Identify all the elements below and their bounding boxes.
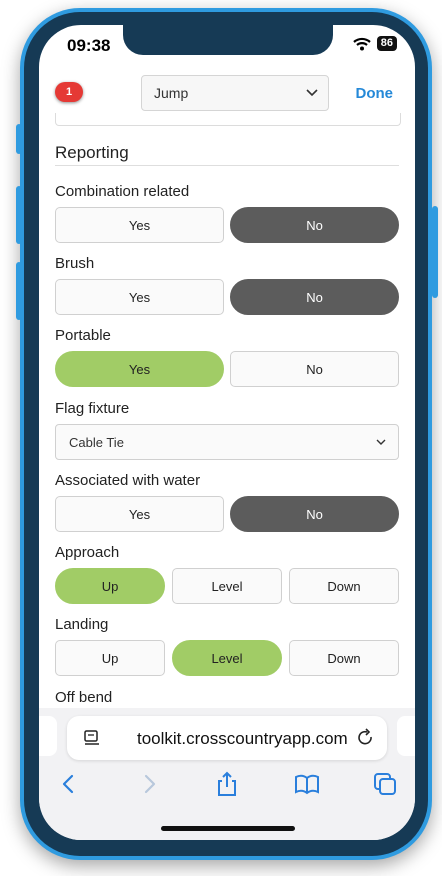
approach-up-button[interactable]: Up [55, 568, 165, 604]
section-divider [55, 165, 399, 166]
combination-related-no-button[interactable]: No [230, 207, 399, 243]
status-icons: 86 [353, 36, 397, 51]
portable-no-button[interactable]: No [230, 351, 399, 387]
side-button-volume-up [16, 186, 22, 244]
feature-type-select[interactable]: Jump [141, 75, 329, 111]
associated-with-water-label: Associated with water [55, 472, 201, 489]
landing-label: Landing [55, 616, 109, 633]
associated-with-water-yes-button[interactable]: Yes [55, 496, 224, 532]
back-icon[interactable] [55, 770, 83, 798]
associated-with-water-no-button[interactable]: No [230, 496, 399, 532]
chevron-down-icon [376, 439, 386, 445]
reload-icon[interactable] [357, 728, 375, 748]
combination-related-label: Combination related [55, 183, 190, 200]
notification-badge[interactable]: 1 [55, 82, 83, 102]
browser-toolbar: toolkit.crosscountryapp.com [39, 708, 415, 840]
landing-down-button[interactable]: Down [289, 640, 399, 676]
brush-label: Brush [55, 255, 95, 272]
side-button-power [432, 206, 438, 298]
feature-type-value: Jump [154, 85, 189, 101]
bookmarks-icon[interactable] [293, 770, 321, 798]
side-button-volume-down [16, 262, 22, 320]
page-menu-icon[interactable] [83, 729, 101, 747]
wifi-icon [353, 37, 371, 50]
notch [123, 25, 333, 55]
share-icon[interactable] [213, 770, 241, 798]
home-indicator [161, 826, 295, 831]
section-title: Reporting [55, 143, 129, 162]
brush-no-button[interactable]: No [230, 279, 399, 315]
done-button[interactable]: Done [356, 85, 394, 102]
flag-fixture-value: Cable Tie [69, 434, 124, 450]
forward-icon[interactable] [135, 770, 163, 798]
battery-icon: 86 [376, 36, 397, 51]
approach-label: Approach [55, 544, 120, 561]
portable-yes-button[interactable]: Yes [55, 351, 224, 387]
url-text: toolkit.crosscountryapp.com [137, 729, 348, 748]
next-tab-edge[interactable] [397, 716, 415, 756]
tabs-icon[interactable] [371, 770, 399, 798]
approach-down-button[interactable]: Down [289, 568, 399, 604]
combination-related-yes-button[interactable]: Yes [55, 207, 224, 243]
approach-level-button[interactable]: Level [172, 568, 282, 604]
previous-tab-edge[interactable] [39, 716, 57, 756]
landing-up-button[interactable]: Up [55, 640, 165, 676]
phone-screen: 09:38 86 1 Jump Done Reporting Combinati… [39, 25, 415, 840]
portable-label: Portable [55, 327, 111, 344]
previous-field-edge [55, 113, 401, 126]
flag-fixture-label: Flag fixture [55, 400, 130, 417]
brush-yes-button[interactable]: Yes [55, 279, 224, 315]
address-bar[interactable]: toolkit.crosscountryapp.com [67, 716, 387, 760]
landing-level-button[interactable]: Level [172, 640, 282, 676]
flag-fixture-select[interactable]: Cable Tie [55, 424, 399, 460]
chevron-down-icon [306, 89, 318, 97]
status-time: 09:38 [67, 36, 111, 55]
side-button-silent [16, 124, 22, 154]
off-bend-label: Off bend [55, 689, 113, 706]
